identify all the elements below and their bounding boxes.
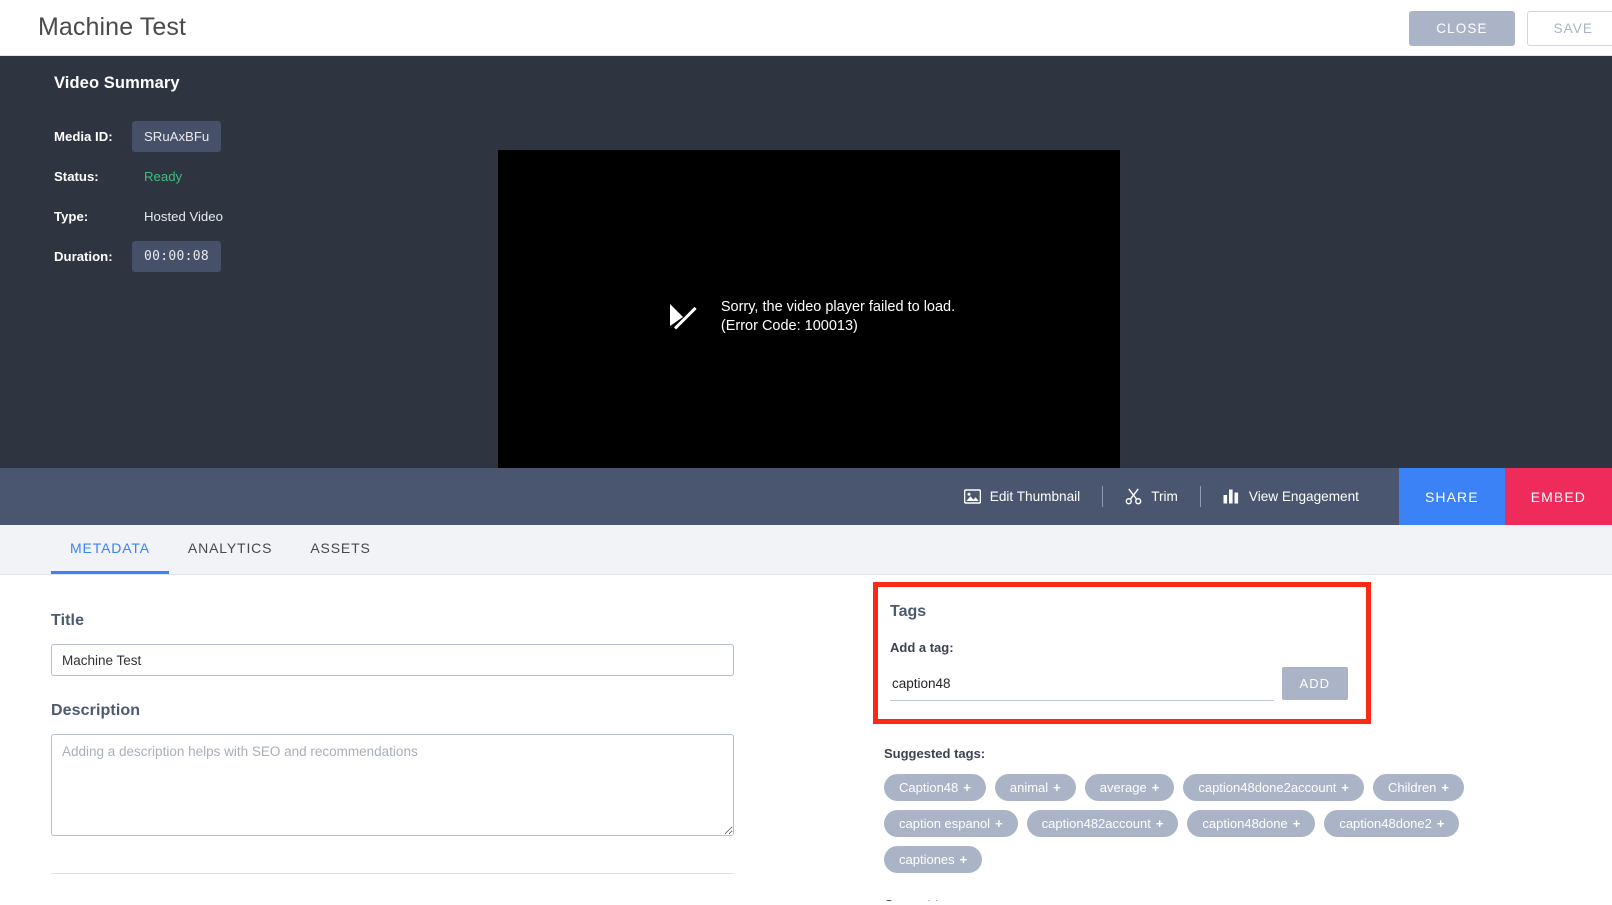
video-player[interactable]: Sorry, the video player failed to load. … <box>498 150 1120 500</box>
page-title: Machine Test <box>38 13 187 41</box>
suggested-tag-chip[interactable]: Children + <box>1373 774 1465 801</box>
suggested-tags-label: Suggested tags: <box>884 746 986 761</box>
video-summary-heading: Video Summary <box>54 74 180 92</box>
summary-row-duration: Duration: 00:00:08 <box>54 239 454 273</box>
tag-input[interactable] <box>890 670 1274 701</box>
suggested-tag-chip[interactable]: caption48done2account + <box>1183 774 1364 801</box>
trim-label: Trim <box>1151 489 1178 504</box>
suggested-tag-label: caption482account <box>1041 816 1151 831</box>
header-actions: CLOSE SAVE <box>1409 0 1612 56</box>
summary-value-status: Ready <box>144 168 183 184</box>
player-error-line2: (Error Code: 100013) <box>720 318 858 334</box>
suggested-tag-label: animal <box>1009 780 1049 795</box>
suggested-tag-chip[interactable]: captiones + <box>884 846 983 873</box>
video-summary-panel: Video Summary Media ID: SRuAxBFu Status:… <box>54 74 454 279</box>
plus-icon: + <box>1341 780 1349 795</box>
video-section: Video Summary Media ID: SRuAxBFu Status:… <box>0 56 1612 500</box>
image-icon <box>963 489 981 504</box>
summary-label-media-id: Media ID: <box>54 128 113 144</box>
suggested-tag-label: Caption48 <box>899 780 959 795</box>
title-label: Title <box>51 612 85 629</box>
summary-label-type: Type: <box>54 208 89 224</box>
summary-value-type: Hosted Video <box>144 208 223 224</box>
suggested-tags-list: Caption48 + animal + average + caption48done2a… <box>884 774 1544 873</box>
app-header: Machine Test CLOSE SAVE <box>0 0 1612 56</box>
tags-column: Tags Add a tag: ADD Suggested tags: Capt… <box>873 582 1573 901</box>
tab-bar: METADATA ANALYTICS ASSETS <box>0 525 1612 575</box>
summary-row-type: Type: Hosted Video <box>54 199 454 233</box>
plus-icon: + <box>1292 816 1301 831</box>
summary-label-duration: Duration: <box>54 248 113 264</box>
summary-label-status: Status: <box>54 168 99 184</box>
add-tag-button[interactable]: ADD <box>1281 667 1348 700</box>
summary-value-duration: 00:00:08 <box>132 240 222 272</box>
bar-chart-icon <box>1223 489 1240 504</box>
suggested-tag-label: Children <box>1388 780 1437 795</box>
tab-analytics[interactable]: ANALYTICS <box>169 525 291 574</box>
plus-icon: + <box>1436 816 1445 831</box>
suggested-tag-label: captiones <box>899 852 955 867</box>
suggested-tag-chip[interactable]: average + <box>1084 774 1175 801</box>
metadata-panel: Title Description Tags Add a tag: ADD Su… <box>0 575 1612 901</box>
save-button[interactable]: SAVE <box>1526 10 1612 46</box>
tab-assets[interactable]: ASSETS <box>291 525 389 574</box>
plus-icon: + <box>1053 780 1061 795</box>
add-tag-label: Add a tag: <box>890 640 954 655</box>
tags-heading: Tags <box>890 603 927 620</box>
view-engagement-label: View Engagement <box>1248 489 1359 504</box>
player-error-line1: Sorry, the video player failed to load. <box>720 299 956 316</box>
player-error-message: Sorry, the video player failed to load. … <box>663 298 955 337</box>
title-input[interactable] <box>51 644 734 676</box>
plus-icon: + <box>963 780 971 795</box>
embed-button[interactable]: EMBED <box>1504 468 1612 525</box>
suggested-tag-label: caption48done <box>1202 816 1288 831</box>
plus-icon: + <box>1151 780 1160 795</box>
suggested-tag-label: caption48done2account <box>1198 780 1337 795</box>
suggested-tag-label: caption48done2 <box>1339 816 1432 831</box>
player-error-text: Sorry, the video player failed to load. … <box>721 298 955 336</box>
suggested-tag-chip[interactable]: animal + <box>994 774 1076 801</box>
share-button[interactable]: SHARE <box>1398 468 1505 525</box>
view-engagement-button[interactable]: View Engagement <box>1201 483 1381 510</box>
suggested-tag-label: caption espanol <box>899 816 991 831</box>
tags-highlight-box: Tags Add a tag: ADD <box>873 582 1371 724</box>
tag-input-row: ADD <box>890 667 1348 701</box>
suggested-tag-chip[interactable]: caption48done + <box>1187 810 1316 837</box>
scissors-icon <box>1125 488 1142 505</box>
description-label: Description <box>51 702 141 719</box>
edit-thumbnail-button[interactable]: Edit Thumbnail <box>942 483 1102 510</box>
metadata-form: Title Description <box>51 612 734 836</box>
summary-value-media-id: SRuAxBFu <box>132 120 222 152</box>
current-tags-label: Current tags: <box>884 897 1573 901</box>
broken-play-icon <box>663 298 700 337</box>
suggested-tag-label: average <box>1099 780 1147 795</box>
suggested-tag-chip[interactable]: caption espanol + <box>884 810 1018 837</box>
summary-row-status: Status: Ready <box>54 159 454 193</box>
description-input[interactable] <box>51 734 734 836</box>
plus-icon: + <box>995 816 1003 831</box>
tab-metadata[interactable]: METADATA <box>51 525 169 574</box>
form-divider <box>51 873 734 874</box>
suggested-tag-chip[interactable]: caption482account + <box>1026 810 1179 837</box>
plus-icon: + <box>1155 816 1164 831</box>
plus-icon: + <box>959 852 968 867</box>
close-button[interactable]: CLOSE <box>1409 10 1515 46</box>
trim-button[interactable]: Trim <box>1103 482 1200 511</box>
action-toolbar: Edit Thumbnail Trim View Engagement SHAR… <box>0 468 1612 525</box>
suggested-tag-chip[interactable]: Caption48 + <box>884 774 986 801</box>
plus-icon: + <box>1441 780 1450 795</box>
suggested-tag-chip[interactable]: caption48done2 + <box>1324 810 1460 837</box>
summary-row-media-id: Media ID: SRuAxBFu <box>54 119 454 153</box>
edit-thumbnail-label: Edit Thumbnail <box>989 489 1081 504</box>
